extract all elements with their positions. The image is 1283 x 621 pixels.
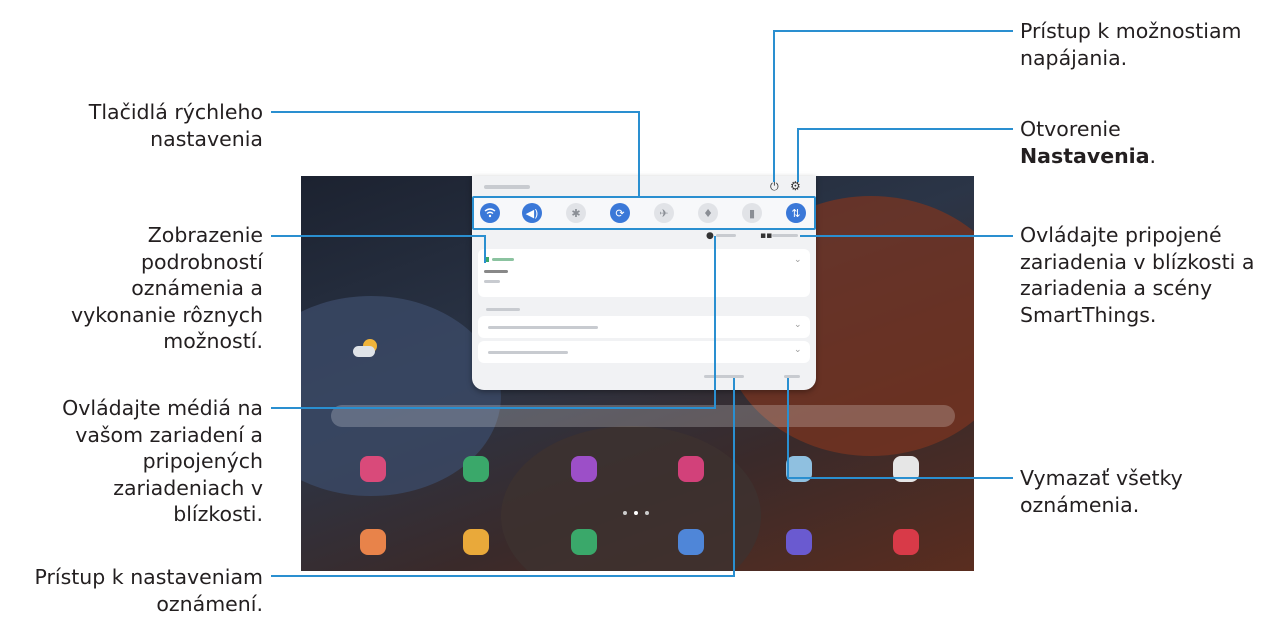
app-icon[interactable] [678,529,704,555]
chevron-down-icon[interactable]: ⌄ [794,345,802,355]
page-indicator [645,511,649,515]
app-icon[interactable] [463,529,489,555]
devices-label[interactable] [772,234,798,237]
page-indicator [634,511,638,515]
notification-panel: ⏻ ⚙ ◀) ✱ ⟳ ✈ ♦ ▮ ⇅ ● ▪▪ ⌄ ⌄ ⌄ [472,176,816,390]
callout-line [787,378,789,479]
callout-line [797,128,799,182]
callout-power: Prístup k možnostiam napájania. [1020,19,1242,70]
mobile-data-icon[interactable]: ⇅ [786,203,806,223]
media-output-icon[interactable]: ● [706,231,714,241]
callout-open-settings: Otvorenie Nastavenia. [1020,117,1157,168]
bluetooth-icon[interactable]: ✱ [566,203,586,223]
airplane-icon[interactable]: ✈ [654,203,674,223]
autorotate-icon[interactable]: ⟳ [610,203,630,223]
callout-line [800,235,1013,237]
callout-clear-all: Vymazať všetky oznámenia. [1020,466,1183,517]
power-icon[interactable]: ⏻ [770,180,779,194]
notification-text [488,351,568,354]
callout-line [733,378,735,577]
devices-icon[interactable]: ▪▪ [760,231,772,241]
notification-card[interactable]: ⌄ [478,249,810,297]
wallpaper-shape [501,426,761,571]
panel-header: ⏻ ⚙ [472,176,816,196]
notification-card[interactable]: ⌄ [478,341,810,363]
date-text [484,185,530,189]
silent-notifications-header [486,308,520,311]
callout-line [714,236,716,409]
app-icon[interactable] [360,456,386,482]
app-icon[interactable] [571,529,597,555]
callout-line [271,235,486,237]
callout-line [787,477,1013,479]
chevron-down-icon[interactable]: ⌄ [794,255,802,265]
app-icon[interactable] [786,529,812,555]
app-icon[interactable] [893,529,919,555]
notification-title [484,270,508,273]
callout-line [271,407,716,409]
app-icon[interactable] [463,456,489,482]
callout-smartthings: Ovládajte pripojené zariadenia v blízkos… [1020,223,1255,327]
callout-media: Ovládajte médiá na vašom zariadení a pri… [62,396,263,526]
app-icon[interactable] [678,456,704,482]
media-label[interactable] [716,234,736,237]
notification-text [484,280,500,283]
chevron-down-icon[interactable]: ⌄ [794,320,802,330]
callout-line [271,111,640,113]
callout-line [773,30,775,182]
wifi-icon[interactable] [480,203,500,223]
sound-icon[interactable]: ◀) [522,203,542,223]
power-saving-icon[interactable]: ▮ [742,203,762,223]
callout-notification-details: Zobrazenie podrobností oznámenia a vykon… [71,223,263,353]
gear-icon[interactable]: ⚙ [790,179,801,193]
callout-line [797,128,1013,130]
notification-card[interactable]: ⌄ [478,316,810,338]
callout-line [773,30,1013,32]
notification-app-name [492,258,514,261]
notification-settings-button[interactable] [704,375,744,378]
page-indicator [623,511,627,515]
callout-line [638,111,640,197]
app-icon[interactable] [360,529,386,555]
weather-icon[interactable] [353,339,379,359]
app-icon[interactable] [571,456,597,482]
callout-notification-settings: Prístup k nastaveniam oznámení. [34,565,263,616]
flashlight-icon[interactable]: ♦ [698,203,718,223]
callout-quick-settings: Tlačidlá rýchleho nastavenia [88,100,263,151]
notification-text [488,326,598,329]
callout-line [484,235,486,263]
callout-line [271,575,735,577]
quick-settings-row: ◀) ✱ ⟳ ✈ ♦ ▮ ⇅ [472,196,816,230]
